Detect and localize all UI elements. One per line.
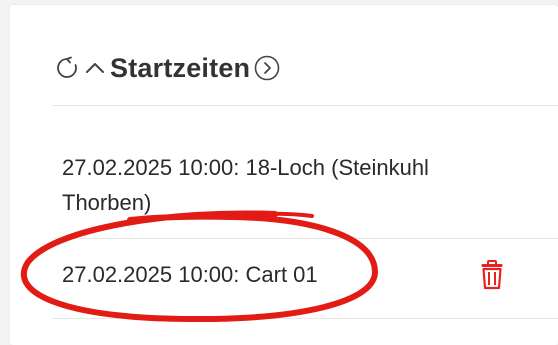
- entry-text: 27.02.2025 10:00: Cart 01: [62, 262, 318, 287]
- row-divider: [52, 238, 558, 239]
- row-divider: [52, 318, 558, 319]
- panel-header: Startzeiten: [52, 48, 532, 88]
- chevron-right-circle-icon[interactable]: [252, 53, 282, 83]
- refresh-icon[interactable]: [52, 53, 82, 83]
- header-divider: [52, 105, 558, 106]
- list-item: 27.02.2025 10:00: 18-Loch (Steinkuhl Tho…: [62, 150, 502, 220]
- panel-title: Startzeiten: [110, 52, 251, 83]
- chevron-up-icon[interactable]: [82, 53, 108, 83]
- entry-text: 27.02.2025 10:00: 18-Loch (Steinkuhl Tho…: [62, 155, 429, 215]
- list-item: 27.02.2025 10:00: Cart 01: [62, 260, 318, 290]
- trash-icon[interactable]: [480, 260, 504, 290]
